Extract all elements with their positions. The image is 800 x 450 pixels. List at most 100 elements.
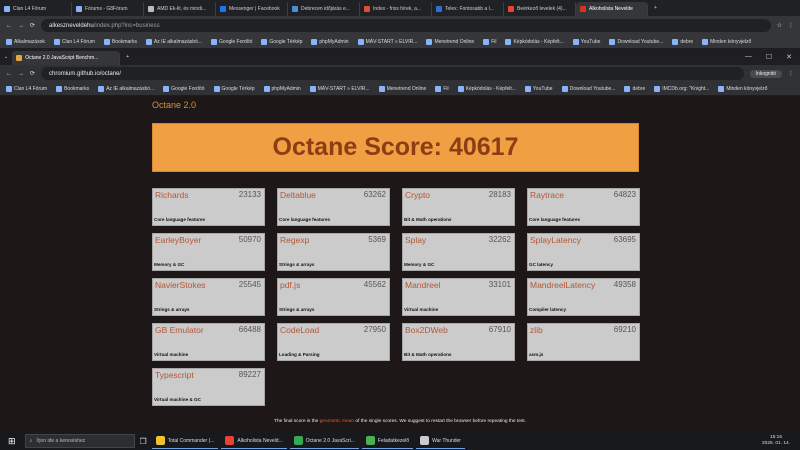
task-view-icon[interactable]: ❐ [140, 437, 147, 446]
inner-bookmarks-bar: Clan L4 Fórum Bookmarks Az IE alkalmazásbó… [0, 82, 800, 96]
bookmark-item[interactable]: Minden könyvjelző [702, 38, 751, 45]
bookmark-item[interactable]: debre [672, 38, 693, 45]
bookmark-item[interactable]: MÁV-START » ELVIR... [309, 85, 370, 92]
bookmark-item[interactable]: Fil [483, 38, 497, 45]
bookmark-item[interactable]: debre [624, 85, 645, 92]
benchmark-card[interactable]: Deltablue 63262 Core language features [277, 188, 390, 226]
bookmark-item[interactable]: Clan L4 Fórum [53, 38, 95, 45]
browser-tab[interactable]: AMD Ek-lit, és mindi... [144, 2, 216, 16]
bookmark-item[interactable]: Clan L4 Fórum [6, 85, 47, 92]
benchmark-card[interactable]: Splay 32262 Memory & GC [402, 233, 515, 271]
benchmark-card[interactable]: zlib 69210 asm.js [527, 323, 640, 361]
bookmark-item[interactable]: Google Fordító [163, 85, 205, 92]
back-icon[interactable]: ← [6, 71, 12, 77]
browser-tab[interactable]: Clan L4 Fórum [0, 2, 72, 16]
benchmark-score: 50970 [238, 235, 261, 244]
taskbar-app[interactable]: Alkoholista Neveld... [221, 433, 287, 449]
benchmark-card[interactable]: Regexp 5369 Strings & arrays [277, 233, 390, 271]
menu-icon[interactable]: ⋮ [788, 22, 794, 29]
bookmark-item[interactable]: Képkódolás - Képfelt... [457, 85, 516, 92]
browser-tab[interactable]: Beérkező levelek (4)... [504, 2, 576, 16]
browser-tab[interactable]: Alkoholista Nevelde [576, 2, 648, 16]
windows-start-icon[interactable]: ⊞ [4, 436, 20, 447]
geometric-mean-link[interactable]: geometric mean [320, 419, 354, 424]
benchmark-card[interactable]: Mandreel 33101 Virtual machine [402, 278, 515, 316]
menu-icon[interactable]: ⋮ [788, 70, 794, 77]
bookmark-icon [103, 38, 110, 45]
bookmark-item[interactable]: IMCDb.org: "Knight... [654, 85, 709, 92]
minimize-icon[interactable]: — [745, 53, 752, 61]
benchmark-card[interactable]: Raytrace 64823 Core language features [527, 188, 640, 226]
bookmark-item[interactable]: YouTube [572, 38, 600, 45]
maximize-icon[interactable]: ☐ [766, 53, 772, 61]
benchmark-card[interactable]: pdf.js 45562 Strings & arrays [277, 278, 390, 316]
reload-icon[interactable]: ⟳ [30, 22, 35, 29]
benchmark-card[interactable]: Crypto 28183 Bit & Math operations [402, 188, 515, 226]
taskbar-app[interactable]: Feladatkezelő [361, 433, 414, 449]
close-icon[interactable]: ✕ [786, 53, 792, 61]
bookmark-item[interactable]: Menetrend Online [426, 38, 474, 45]
bookmark-item[interactable]: Menetrend Online [378, 85, 426, 92]
browser-tab[interactable]: Messenger | Facebook [216, 2, 288, 16]
forward-icon[interactable]: → [18, 23, 24, 29]
taskbar-search[interactable]: ⌕ Írjon ide a kereséshez [24, 434, 135, 448]
benchmark-card[interactable]: Box2DWeb 67910 Bit & Math operations [402, 323, 515, 361]
taskbar-app-label: Octane 2.0 JavaScri... [305, 437, 355, 444]
system-clock[interactable]: 15:16 2025. 01. 14. [762, 435, 796, 447]
bookmark-item[interactable]: Az IE alkalmazásbó... [145, 38, 202, 45]
bookmark-label: Bookmarks [111, 38, 137, 45]
benchmark-card[interactable]: EarleyBoyer 50970 Memory & GC [152, 233, 265, 271]
benchmark-card[interactable]: NavierStokes 25545 Strings & arrays [152, 278, 265, 316]
tab-octane[interactable]: Octane 2.0 JavaScript Benchm... [12, 51, 121, 65]
bookmark-item[interactable]: Képkódolás - Képfelt... [505, 38, 564, 45]
star-icon[interactable]: ☆ [777, 22, 782, 29]
bookmark-item[interactable]: Google Térkép [261, 38, 302, 45]
taskbar-app-label: Feladatkezelő [377, 437, 410, 444]
benchmark-category: Memory & GC [404, 262, 435, 267]
benchmark-score: 28183 [488, 190, 511, 199]
bookmark-item[interactable]: phpMyAdmin [263, 85, 301, 92]
taskbar-app[interactable]: War Thunder [416, 433, 465, 449]
bookmark-item[interactable]: YouTube [524, 85, 553, 92]
reload-icon[interactable]: ⟳ [30, 70, 35, 77]
footnote-text-end: of the single scores. We suggest to rest… [354, 419, 526, 424]
forward-icon[interactable]: → [18, 71, 24, 77]
bookmark-icon [572, 38, 579, 45]
bookmark-label: Fil [491, 38, 497, 45]
browser-tab[interactable]: Index - friss hírek, a... [360, 2, 432, 16]
taskbar-app[interactable]: Octane 2.0 JavaScri... [289, 433, 359, 449]
benchmark-card[interactable]: MandreelLatency 49358 Compiler latency [527, 278, 640, 316]
benchmark-card[interactable]: Typescript 89227 Virtual machine & GC [152, 368, 265, 406]
bookmark-item[interactable]: Alkalmazások [6, 38, 45, 45]
back-icon[interactable]: ← [6, 23, 12, 29]
new-tab-icon[interactable]: + [120, 54, 135, 60]
benchmark-card[interactable]: SplayLatency 63695 GC latency [527, 233, 640, 271]
browser-tab[interactable]: Fórums - G8Fórum [72, 2, 144, 16]
bookmark-item[interactable]: Google Térkép [213, 85, 255, 92]
bookmark-item[interactable]: Bookmarks [56, 85, 89, 92]
benchmark-card[interactable]: Richards 23133 Core language features [152, 188, 265, 226]
bookmark-item[interactable]: phpMyAdmin [311, 38, 349, 45]
bookmark-item[interactable]: Az IE alkalmazásbó... [98, 85, 154, 92]
tab-label: Index - friss hírek, a... [373, 6, 422, 12]
bookmark-item[interactable]: Minden könyvjelző [718, 85, 767, 92]
inner-address-bar[interactable]: chromium.github.io/octane/ [41, 67, 744, 80]
bookmark-item[interactable]: Google Fordító [211, 38, 252, 45]
bookmark-item[interactable]: Download Youtube... [609, 38, 663, 45]
score-banner[interactable]: Octane Score: 40617 [152, 123, 639, 172]
bookmark-item[interactable]: Fil [435, 85, 449, 92]
benchmark-card[interactable]: CodeLoad 27950 Loading & Parsing [277, 323, 390, 361]
browser-tab[interactable]: Telex: Fontosabb a l... [432, 2, 504, 16]
bookmark-item[interactable]: MÁV-START » ELVIR... [357, 38, 417, 45]
top-address-bar[interactable]: alkeszneveldehu /index.php?inc=business [41, 19, 771, 32]
taskbar-app[interactable]: Total Commander (... [151, 433, 219, 449]
new-tab-icon[interactable]: + [648, 5, 663, 11]
benchmark-card[interactable]: GB Emulator 66488 Virtual machine [152, 323, 265, 361]
tab-list-icon[interactable]: ⌄ [0, 54, 12, 60]
bookmark-item[interactable]: Download Youtube... [561, 85, 615, 92]
benchmark-category: Core language features [529, 217, 581, 222]
browser-tab[interactable]: Debrecen időjárás e... [288, 2, 360, 16]
incognito-badge[interactable]: Inkognitó [749, 69, 782, 78]
benchmark-score: 66488 [238, 325, 261, 334]
bookmark-item[interactable]: Bookmarks [103, 38, 137, 45]
